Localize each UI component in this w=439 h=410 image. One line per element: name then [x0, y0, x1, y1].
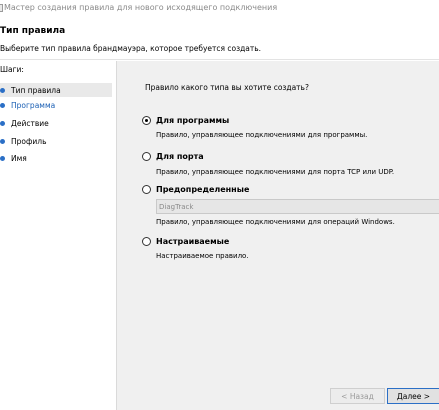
back-button[interactable]: < Назад	[330, 388, 385, 404]
wizard-header: Тип правила Выберите тип правила брандма…	[0, 18, 439, 60]
predefined-select[interactable]: DiagTrack	[156, 199, 439, 214]
step-profile[interactable]: Профиль	[0, 134, 112, 148]
step-bullet-icon	[0, 138, 5, 144]
step-rule-type[interactable]: Тип правила	[0, 83, 112, 97]
step-bullet-icon	[0, 120, 5, 126]
title-bar: Мастер создания правила для нового исход…	[0, 0, 439, 18]
step-label: Профиль	[11, 136, 47, 146]
step-bullet-icon	[0, 102, 5, 108]
option-port-label[interactable]: Для порта	[156, 152, 204, 161]
option-port-description: Правило, управляющее подключениями для п…	[156, 168, 395, 176]
option-custom[interactable]: Настраиваемые	[142, 237, 229, 246]
option-program[interactable]: Для программы	[142, 116, 229, 125]
step-name[interactable]: Имя	[0, 151, 112, 165]
window-title: Мастер создания правила для нового исход…	[4, 3, 278, 12]
step-label: Программа	[11, 100, 56, 110]
step-bullet-icon	[0, 87, 5, 93]
step-bullet-icon	[0, 155, 5, 161]
option-custom-label[interactable]: Настраиваемые	[156, 237, 229, 246]
option-program-description: Правило, управляющее подключениями для п…	[156, 131, 368, 139]
option-custom-description: Настраиваемое правило.	[156, 252, 249, 260]
option-program-label[interactable]: Для программы	[156, 116, 229, 125]
next-button[interactable]: Далее >	[387, 388, 439, 404]
step-label: Имя	[11, 153, 27, 163]
page-subtitle: Выберите тип правила брандмауэра, которо…	[0, 44, 262, 53]
option-predefined-label[interactable]: Предопределенные	[156, 185, 249, 194]
option-predefined-description: Правило, управляющее подключениями для о…	[156, 218, 395, 226]
page-title: Тип правила	[0, 26, 66, 36]
main-content: Правило какого типа вы хотите создать? Д…	[116, 61, 439, 410]
step-label: Тип правила	[11, 85, 61, 95]
option-predefined[interactable]: Предопределенные	[142, 185, 249, 194]
rule-type-question: Правило какого типа вы хотите создать?	[145, 83, 309, 92]
step-action[interactable]: Действие	[0, 116, 112, 130]
radio-custom[interactable]	[142, 237, 151, 246]
step-label: Действие	[11, 118, 49, 128]
window-icon	[0, 4, 3, 12]
steps-label: Шаги:	[0, 65, 24, 74]
steps-panel: Шаги: Тип правила Программа Действие Про…	[0, 61, 114, 410]
radio-predefined[interactable]	[142, 185, 151, 194]
predefined-select-value: DiagTrack	[159, 203, 194, 211]
option-port[interactable]: Для порта	[142, 152, 204, 161]
step-program[interactable]: Программа	[0, 98, 112, 112]
radio-program[interactable]	[142, 116, 151, 125]
radio-port[interactable]	[142, 152, 151, 161]
